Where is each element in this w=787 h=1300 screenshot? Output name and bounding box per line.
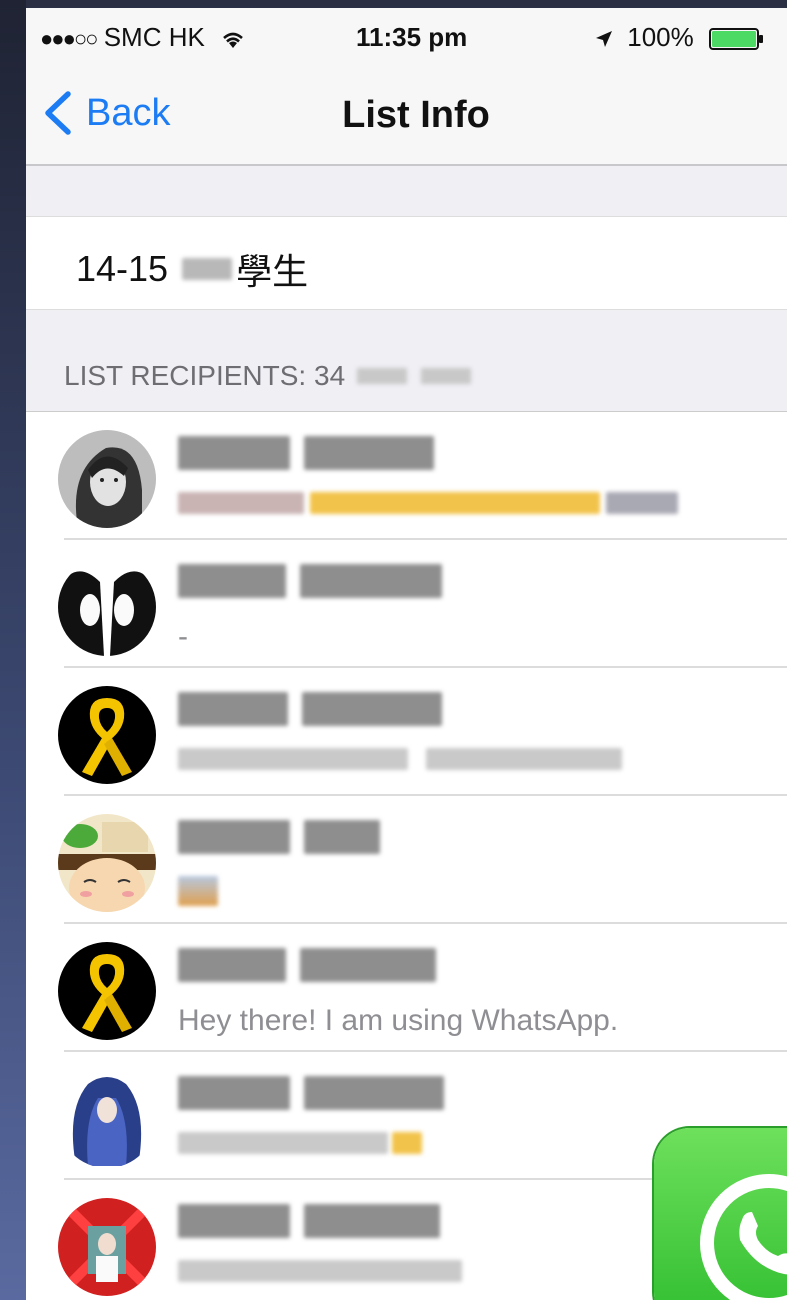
carrier-name: SMC HK bbox=[103, 22, 205, 52]
phone-screen: ●●●○○ SMC HK 11:35 pm 100% Back List Inf… bbox=[26, 8, 787, 1300]
list-item[interactable] bbox=[26, 412, 787, 540]
redacted-text bbox=[392, 1132, 422, 1154]
recipients-count-label: LIST RECIPIENTS: 34 bbox=[64, 360, 346, 391]
redacted-text bbox=[178, 436, 290, 470]
redacted-text bbox=[178, 1132, 388, 1154]
battery-icon bbox=[708, 28, 763, 51]
list-name-prefix: 14-15 bbox=[76, 248, 169, 289]
recipient-status bbox=[178, 748, 622, 770]
recipient-name-redacted bbox=[178, 1076, 444, 1110]
redacted-text bbox=[304, 820, 380, 854]
redacted-text bbox=[178, 692, 288, 726]
redacted-text bbox=[421, 368, 472, 384]
recipient-status-text: - bbox=[178, 620, 188, 653]
redacted-text bbox=[304, 1204, 440, 1238]
status-right: 100% bbox=[594, 22, 765, 53]
redacted-text bbox=[178, 1076, 290, 1110]
redacted-text bbox=[178, 1204, 290, 1238]
redacted-text bbox=[178, 492, 304, 514]
grayscale-portrait-avatar bbox=[58, 430, 156, 528]
yellow-ribbon-avatar bbox=[58, 942, 156, 1040]
recipient-status bbox=[178, 1260, 462, 1282]
redacted-text bbox=[310, 492, 600, 514]
redacted-text bbox=[182, 258, 233, 280]
background-edge bbox=[0, 0, 26, 1300]
recipient-status-text: Hey there! I am using WhatsApp. bbox=[178, 1004, 619, 1037]
blue-hair-avatar bbox=[58, 1070, 156, 1168]
navigation-bar: Back List Info bbox=[26, 64, 787, 166]
list-name-suffix: 學生 bbox=[236, 251, 309, 292]
recipient-status bbox=[178, 1132, 422, 1154]
redacted-text bbox=[178, 876, 218, 906]
redacted-text bbox=[178, 948, 286, 982]
redacted-text bbox=[302, 692, 442, 726]
redacted-text bbox=[304, 1076, 444, 1110]
location-arrow-icon bbox=[596, 31, 612, 48]
recipient-name-redacted bbox=[178, 564, 442, 598]
battery-percent: 100% bbox=[627, 22, 694, 52]
yellow-ribbon-avatar bbox=[58, 686, 156, 784]
redacted-text bbox=[178, 1260, 462, 1282]
recipient-status: Hey there! I am using WhatsApp. bbox=[178, 1004, 618, 1038]
list-item[interactable]: Hey there! I am using WhatsApp. bbox=[26, 924, 787, 1052]
recipient-name-redacted bbox=[178, 436, 434, 470]
redacted-text bbox=[357, 368, 408, 384]
page-title: List Info bbox=[342, 94, 490, 136]
whatsapp-logo-icon bbox=[654, 1128, 787, 1300]
recipient-name-redacted bbox=[178, 692, 442, 726]
redacted-text bbox=[304, 436, 434, 470]
cartoon-character-avatar bbox=[58, 814, 156, 912]
silhouette-faces-avatar bbox=[58, 558, 156, 656]
status-bar: ●●●○○ SMC HK 11:35 pm 100% bbox=[26, 8, 787, 64]
list-name-field[interactable]: 14-15 學生 bbox=[26, 216, 787, 310]
red-photo-avatar bbox=[58, 1198, 156, 1296]
recipient-status bbox=[178, 492, 678, 514]
recipients-section-header: LIST RECIPIENTS: 34 bbox=[64, 360, 472, 392]
status-time: 11:35 pm bbox=[356, 22, 468, 52]
redacted-text bbox=[426, 748, 622, 770]
redacted-text bbox=[300, 564, 442, 598]
recipient-name-redacted bbox=[178, 1204, 440, 1238]
carrier-info: ●●●○○ SMC HK bbox=[40, 22, 246, 53]
redacted-text bbox=[178, 564, 286, 598]
redacted-text bbox=[178, 820, 290, 854]
redacted-text bbox=[300, 948, 436, 982]
recipient-name-redacted bbox=[178, 948, 436, 982]
redacted-text bbox=[178, 748, 408, 770]
list-item[interactable]: - bbox=[26, 540, 787, 668]
signal-strength-icon: ●●●○○ bbox=[40, 26, 98, 51]
recipient-status: - bbox=[178, 620, 188, 654]
redacted-text bbox=[606, 492, 678, 514]
list-item[interactable] bbox=[26, 796, 787, 924]
list-name-text: 14-15 學生 bbox=[76, 243, 308, 295]
list-item[interactable] bbox=[26, 668, 787, 796]
recipient-name-redacted bbox=[178, 820, 380, 854]
wifi-icon bbox=[223, 32, 243, 49]
recipient-status bbox=[178, 876, 218, 906]
